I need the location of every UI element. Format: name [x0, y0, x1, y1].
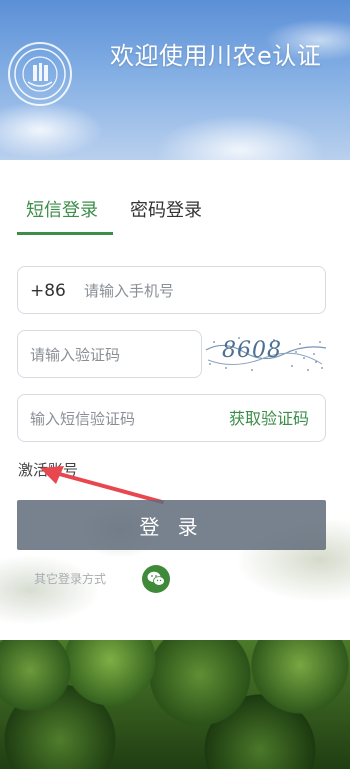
sms-code-field: 获取验证码 [17, 394, 326, 442]
get-code-button[interactable]: 获取验证码 [229, 407, 309, 431]
university-seal-icon [14, 48, 66, 100]
login-tabs: 短信登录 密码登录 [17, 196, 327, 236]
country-code-prefix[interactable]: +86 [30, 279, 66, 303]
captcha-code: 8608 [222, 338, 282, 363]
wechat-login-button[interactable] [142, 565, 170, 593]
captcha-image[interactable]: 8608 [204, 330, 328, 378]
login-button[interactable]: 登 录 [17, 500, 326, 550]
sms-code-input[interactable] [30, 407, 200, 431]
background-trees [0, 640, 350, 769]
captcha-input[interactable] [30, 343, 190, 367]
tab-sms-login[interactable]: 短信登录 [26, 196, 98, 226]
university-logo [8, 42, 72, 106]
page-title: 欢迎使用川农e认证 [110, 42, 322, 70]
phone-field: +86 [17, 266, 326, 314]
active-tab-indicator [17, 232, 113, 235]
other-login-label: 其它登录方式 [34, 572, 107, 586]
wechat-icon [147, 571, 165, 586]
captcha-field [17, 330, 202, 378]
phone-input[interactable] [84, 279, 304, 303]
tab-password-login[interactable]: 密码登录 [130, 196, 202, 226]
